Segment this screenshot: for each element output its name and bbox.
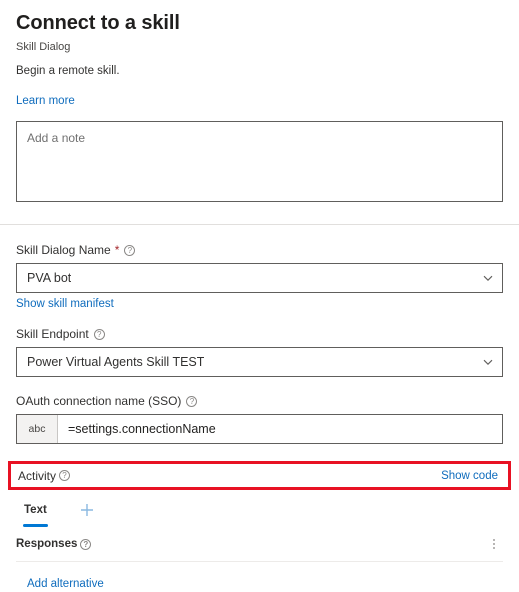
- oauth-connection-value[interactable]: =settings.connectionName: [58, 415, 502, 443]
- help-circle-icon[interactable]: ?: [59, 470, 71, 481]
- field-skill-endpoint: Skill Endpoint ? Power Virtual Agents Sk…: [16, 326, 503, 377]
- page-title: Connect to a skill: [16, 12, 180, 34]
- activity-label: Activity ?: [18, 468, 71, 483]
- skill-dialog-name-label-text: Skill Dialog Name: [16, 243, 111, 257]
- panel-header: Connect to a skill Skill Dialog Begin a …: [0, 0, 519, 109]
- more-vertical-icon[interactable]: [485, 534, 503, 554]
- skill-dialog-name-label: Skill Dialog Name * ?: [16, 242, 503, 258]
- skill-endpoint-value: Power Virtual Agents Skill TEST: [27, 355, 205, 369]
- plus-icon[interactable]: [77, 500, 97, 520]
- field-oauth-connection-name: OAuth connection name (SSO) ? abc =setti…: [16, 393, 503, 444]
- tab-selected-indicator: [23, 524, 48, 527]
- chevron-down-icon: [482, 356, 494, 368]
- show-code-link[interactable]: Show code: [441, 470, 498, 482]
- learn-more-link[interactable]: Learn more: [16, 95, 75, 107]
- note-section: [0, 109, 519, 207]
- help-circle-icon[interactable]: ?: [186, 395, 198, 407]
- responses-label-text: Responses: [16, 538, 78, 550]
- kebab-dot: [493, 547, 495, 549]
- kebab-dot: [493, 539, 495, 541]
- activity-label-text: Activity: [18, 468, 57, 483]
- section-divider: [0, 224, 519, 225]
- note-input[interactable]: [16, 121, 503, 202]
- field-skill-dialog-name: Skill Dialog Name * ? PVA bot Show skill…: [16, 242, 503, 310]
- tab-text[interactable]: Text: [16, 502, 55, 528]
- responses-label: Responses ?: [16, 538, 92, 550]
- skill-dialog-panel: Connect to a skill Skill Dialog Begin a …: [0, 0, 519, 590]
- show-skill-manifest-wrap: Show skill manifest: [16, 298, 503, 310]
- page-description: Begin a remote skill.: [16, 65, 120, 77]
- add-alternative-section: Add alternative: [0, 562, 519, 592]
- skill-endpoint-dropdown[interactable]: Power Virtual Agents Skill TEST: [16, 347, 503, 377]
- oauth-connection-label-text: OAuth connection name (SSO): [16, 394, 182, 408]
- help-circle-icon[interactable]: ?: [80, 538, 92, 550]
- help-circle-icon[interactable]: ?: [124, 244, 136, 256]
- activity-section-highlight: Activity ? Show code: [8, 461, 511, 490]
- help-circle-icon[interactable]: ?: [93, 328, 105, 340]
- tab-text-label: Text: [24, 504, 47, 516]
- skill-dialog-name-dropdown[interactable]: PVA bot: [16, 263, 503, 293]
- skill-endpoint-label-text: Skill Endpoint: [16, 327, 89, 341]
- required-asterisk: *: [114, 243, 120, 257]
- responses-header: Responses ?: [0, 528, 519, 556]
- kebab-dot: [493, 543, 495, 545]
- oauth-connection-formula-field[interactable]: abc =settings.connectionName: [16, 414, 503, 444]
- chevron-down-icon: [482, 272, 494, 284]
- activity-tabs: Text: [0, 490, 519, 528]
- text-type-badge[interactable]: abc: [17, 415, 58, 443]
- skill-dialog-name-value: PVA bot: [27, 271, 72, 285]
- add-alternative-link[interactable]: Add alternative: [27, 578, 104, 590]
- skill-endpoint-label: Skill Endpoint ?: [16, 326, 503, 342]
- form-section: Skill Dialog Name * ? PVA bot Show skill…: [0, 242, 519, 444]
- page-subtitle: Skill Dialog: [16, 41, 71, 53]
- show-skill-manifest-link[interactable]: Show skill manifest: [16, 298, 114, 310]
- oauth-connection-label: OAuth connection name (SSO) ?: [16, 393, 503, 409]
